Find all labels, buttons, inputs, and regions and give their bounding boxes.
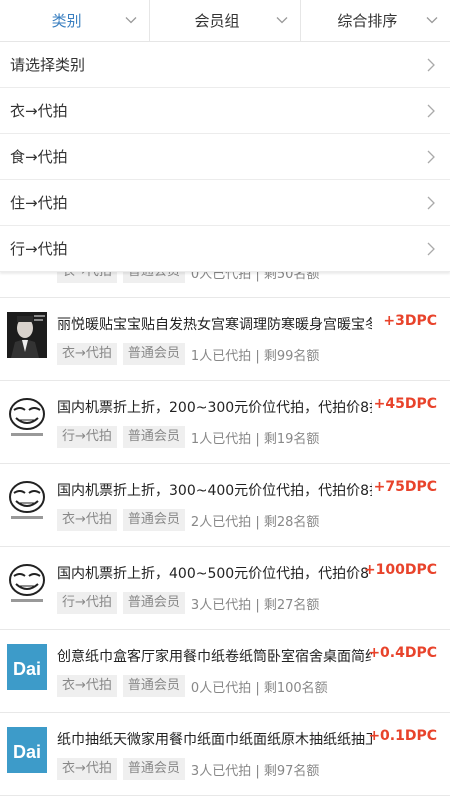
item-stats: 2人已代拍 | 剩28名额	[190, 514, 320, 530]
filter-category[interactable]: 类别	[0, 0, 151, 41]
category-tag: 衣→代拍	[57, 343, 117, 365]
chevron-down-icon	[125, 14, 137, 26]
list-item[interactable]: Dai 纸巾抽纸天微家用餐巾纸面巾纸面纸原木抽纸纸抽卫 +0.1DPC 衣→代拍…	[0, 713, 450, 796]
dropdown-item-label: 衣→代拍	[10, 102, 68, 120]
filter-sort[interactable]: 综合排序	[301, 0, 450, 41]
item-title: 创意纸巾盒客厅家用餐巾纸卷纸筒卧室宿舍桌面简约	[57, 649, 372, 665]
category-tag: 衣→代拍	[57, 509, 117, 531]
dai-logo-icon: Dai	[7, 727, 47, 773]
dropdown-item-clothing[interactable]: 衣→代拍	[0, 88, 450, 134]
logo-text: Dai	[13, 742, 41, 762]
item-title: 纸巾抽纸天微家用餐巾纸面巾纸面纸原木抽纸纸抽卫	[57, 732, 372, 748]
list-item[interactable]: 国内机票折上折，200~300元价位代拍，代拍价8折， +45DPC 行→代拍 …	[0, 381, 450, 464]
member-tag: 普通会员	[122, 509, 185, 531]
item-tags: 衣→代拍 普通会员 1人已代拍 | 剩99名额	[57, 343, 319, 365]
chevron-down-icon	[276, 14, 288, 26]
list-item[interactable]: 丽悦暖贴宝宝贴自发热女宫寒调理防寒暖身宫暖宝冬季 +3DPC 衣→代拍 普通会员…	[0, 298, 450, 381]
category-dropdown: 请选择类别 衣→代拍 食→代拍 住→代拍 行→代拍	[0, 42, 450, 272]
member-tag: 普通会员	[122, 426, 185, 448]
item-stats: 3人已代拍 | 剩27名额	[190, 597, 320, 613]
member-tag: 普通会员	[122, 592, 185, 614]
list-item[interactable]: Dai 创意纸巾盒客厅家用餐巾纸卷纸筒卧室宿舍桌面简约 +0.4DPC 衣→代拍…	[0, 630, 450, 713]
item-thumbnail	[7, 312, 47, 358]
chevron-right-icon	[426, 150, 436, 164]
chevron-right-icon	[426, 196, 436, 210]
member-tag: 普通会员	[122, 758, 185, 780]
filter-member-group[interactable]: 会员组	[150, 0, 301, 41]
chevron-right-icon	[426, 104, 436, 118]
filter-category-label: 类别	[51, 12, 82, 30]
item-title: 丽悦暖贴宝宝贴自发热女宫寒调理防寒暖身宫暖宝冬季	[57, 317, 372, 333]
dai-logo-icon: Dai	[7, 644, 47, 690]
dropdown-item-travel[interactable]: 行→代拍	[0, 226, 450, 272]
dropdown-item-food[interactable]: 食→代拍	[0, 134, 450, 180]
item-tags: 衣→代拍 普通会员 0人已代拍 | 剩100名额	[57, 675, 328, 697]
chevron-right-icon	[426, 242, 436, 256]
dropdown-item-select-category[interactable]: 请选择类别	[0, 42, 450, 88]
item-stats: 3人已代拍 | 剩97名额	[190, 763, 320, 779]
item-stats: 1人已代拍 | 剩19名额	[190, 431, 320, 447]
item-tags: 行→代拍 普通会员 3人已代拍 | 剩27名额	[57, 592, 319, 614]
logo-text: Dai	[13, 659, 41, 679]
item-title: 国内机票折上折，400~500元价位代拍，代拍价8	[57, 566, 370, 582]
item-tags: 衣→代拍 普通会员 2人已代拍 | 剩28名额	[57, 509, 319, 531]
dropdown-item-label: 请选择类别	[10, 56, 86, 74]
list-item[interactable]: 国内机票折上折，400~500元价位代拍，代拍价8 +100DPC 行→代拍 普…	[0, 547, 450, 630]
member-tag: 普通会员	[122, 343, 185, 365]
category-tag: 行→代拍	[57, 426, 117, 448]
item-reward: +75DPC	[373, 479, 437, 495]
filter-sort-label: 综合排序	[337, 12, 398, 30]
troll-face-icon	[7, 561, 47, 607]
item-tags: 衣→代拍 普通会员 3人已代拍 | 剩97名额	[57, 758, 319, 780]
dropdown-item-label: 行→代拍	[10, 240, 68, 258]
item-reward: +45DPC	[373, 396, 437, 412]
item-reward: +0.4DPC	[368, 645, 437, 661]
category-tag: 衣→代拍	[57, 758, 117, 780]
troll-face-icon	[7, 395, 47, 441]
chevron-right-icon	[426, 58, 436, 72]
category-tag: 行→代拍	[57, 592, 117, 614]
list-item[interactable]: 国内机票折上折，300~400元价位代拍，代拍价8折， +75DPC 衣→代拍 …	[0, 464, 450, 547]
category-tag: 衣→代拍	[57, 675, 117, 697]
item-stats: 0人已代拍 | 剩100名额	[190, 680, 328, 696]
item-reward: +0.1DPC	[368, 728, 437, 744]
item-title: 国内机票折上折，300~400元价位代拍，代拍价8折，	[57, 483, 372, 499]
member-tag: 普通会员	[122, 675, 185, 697]
chevron-down-icon	[426, 14, 438, 26]
filter-member-group-label: 会员组	[194, 12, 240, 30]
troll-face-icon	[7, 478, 47, 524]
item-tags: 行→代拍 普通会员 1人已代拍 | 剩19名额	[57, 426, 319, 448]
item-stats: 1人已代拍 | 剩99名额	[190, 348, 320, 364]
dropdown-item-label: 住→代拍	[10, 194, 68, 212]
dropdown-item-label: 食→代拍	[10, 148, 68, 166]
item-title: 国内机票折上折，200~300元价位代拍，代拍价8折，	[57, 400, 372, 416]
task-list: 衣→代拍 普通会员 0人已代拍 | 剩50名额 丽悦暖贴宝宝贴自发热女宫寒调理防…	[0, 260, 450, 796]
dropdown-item-housing[interactable]: 住→代拍	[0, 180, 450, 226]
item-reward: +100DPC	[363, 562, 437, 578]
item-reward: +3DPC	[383, 313, 437, 329]
filter-bar: 类别 会员组 综合排序	[0, 0, 450, 42]
